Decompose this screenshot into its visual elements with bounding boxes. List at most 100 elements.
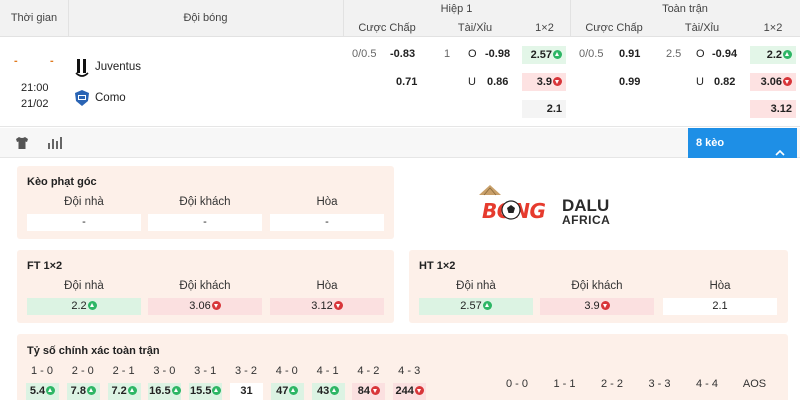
ft-handicap-away-odd[interactable]: 0.99 <box>619 76 640 88</box>
match-date: 21/02 <box>21 98 49 110</box>
h1-under-odd[interactable]: 0.86 <box>487 76 508 88</box>
odd-value: 3.12 <box>770 103 792 115</box>
correct-score-card: Tỷ số chính xác toàn trận 1 - 0 5.4 2 - 0 7… <box>17 334 788 400</box>
h1-over-odd[interactable]: -0.98 <box>485 48 510 60</box>
arrow-down-icon <box>211 301 221 310</box>
odds-count-tab[interactable]: 8 kèo <box>688 128 797 158</box>
score-odd[interactable]: 84 <box>352 383 386 400</box>
h1-draw-odd[interactable]: 2.1 <box>522 100 566 118</box>
h1-under-label: U <box>468 76 476 88</box>
odd-value: 3.9 <box>584 300 600 312</box>
score-label: 2 - 0 <box>71 365 94 377</box>
juventus-logo-icon <box>75 58 89 78</box>
stats-chart-icon[interactable] <box>47 136 63 150</box>
ft-under-label: U <box>696 76 704 88</box>
arrow-down-icon <box>371 386 381 395</box>
odd-value: 3.06 <box>189 300 211 312</box>
logo-text-africa: AFRICA <box>562 213 611 227</box>
score-odd[interactable]: 244 <box>393 383 427 400</box>
odds-table-header: Thời gian Đội bóng Hiệp 1 Toàn trận Cược… <box>0 0 800 37</box>
ht-draw-odd[interactable]: 2.1 <box>663 298 777 315</box>
arrow-down-icon <box>414 386 424 395</box>
score-odd[interactable]: 47 <box>270 383 304 400</box>
como-logo-icon <box>73 89 91 107</box>
team-column-header: Đội bóng <box>183 12 228 24</box>
arrow-up-icon <box>87 301 97 310</box>
h1-over-label: O <box>468 48 477 60</box>
score-label: 2 - 1 <box>112 365 135 377</box>
odd-value: 7.2 <box>111 385 127 397</box>
ft-1x2-header: 1×2 <box>763 22 783 34</box>
corner-away-odd[interactable]: - <box>148 214 262 231</box>
h1-handicap-home-odd[interactable]: -0.83 <box>390 48 415 60</box>
h1-handicap-line: 0/0.5 <box>352 48 377 60</box>
corner-draw-odd[interactable]: - <box>270 214 384 231</box>
score-odd[interactable]: 7.2 <box>107 383 141 400</box>
match-toolbar: 8 kèo <box>0 128 800 158</box>
corner-odds-card: Kèo phạt góc Đội nhà Đội khách Hòa - - - <box>17 166 394 239</box>
h1-handicap-away-odd[interactable]: 0.71 <box>396 76 417 88</box>
score-odd[interactable]: 15.5 <box>189 383 223 400</box>
ft-under-odd[interactable]: 0.82 <box>714 76 735 88</box>
ft-over-label: O <box>696 48 705 60</box>
ft-draw-odd[interactable]: 3.12 <box>750 100 796 118</box>
odd-value: 3.06 <box>760 76 782 88</box>
score-odd[interactable]: 16.5 <box>148 383 182 400</box>
score-odd[interactable]: 7.8 <box>66 383 100 400</box>
arrow-up-icon <box>289 386 299 395</box>
corner-home-odd[interactable]: - <box>27 214 141 231</box>
score-odd[interactable]: 43 <box>311 383 345 400</box>
arrow-up-icon <box>553 50 562 59</box>
jersey-icon[interactable] <box>15 136 29 150</box>
draw-label: Hòa <box>316 196 338 208</box>
score-label: 1 - 0 <box>30 365 53 377</box>
live-dash: - <box>50 55 54 67</box>
h1-overunder-header: Tài/Xỉu <box>457 22 493 34</box>
away-label: Đội khách <box>179 196 231 208</box>
kickoff-time: 21:00 <box>21 82 49 94</box>
score-odd[interactable]: 5.4 <box>26 383 59 400</box>
score-odd[interactable]: 31 <box>230 383 263 400</box>
arrow-up-icon <box>330 386 340 395</box>
ht-home-odd[interactable]: 2.57 <box>419 298 533 315</box>
score-label: 4 - 0 <box>275 365 298 377</box>
ft-home-odd[interactable]: 2.2 <box>27 298 141 315</box>
odds-count-label: 8 kèo <box>696 137 725 149</box>
ft-away-win-odd[interactable]: 3.06 <box>750 73 796 91</box>
live-dash: - <box>14 55 18 67</box>
h1-home-win-odd[interactable]: 2.57 <box>522 46 566 64</box>
card-title: FT 1×2 <box>27 260 63 272</box>
odd-value: 15.5 <box>189 385 212 397</box>
ft-home-win-odd[interactable]: 2.2 <box>750 46 796 64</box>
score-label: 2 - 2 <box>600 378 623 390</box>
card-title: Tỷ số chính xác toàn trận <box>27 345 160 357</box>
h1-away-win-odd[interactable]: 3.9 <box>522 73 566 91</box>
arrow-up-icon <box>46 386 56 395</box>
odd-value: 7.8 <box>70 385 86 397</box>
away-label: Đội khách <box>571 280 623 292</box>
ft-handicap-home-odd[interactable]: 0.91 <box>619 48 640 60</box>
ft-away-odd[interactable]: 3.06 <box>148 298 262 315</box>
odd-value: 2.2 <box>766 49 782 61</box>
h1-1x2-header: 1×2 <box>535 22 554 34</box>
score-label: 3 - 0 <box>153 365 176 377</box>
odd-value: 5.4 <box>29 385 46 397</box>
home-label: Đội nhà <box>64 196 104 208</box>
home-team-name[interactable]: Juventus <box>95 61 141 73</box>
away-team-name[interactable]: Como <box>95 92 126 104</box>
ft-draw-odd[interactable]: 3.12 <box>270 298 384 315</box>
match-row[interactable]: - - 21:00 21/02 Juventus Como 0/0.5 -0.8… <box>0 37 800 127</box>
home-label: Đội nhà <box>456 280 496 292</box>
ht-1x2-card: HT 1×2 Đội nhà Đội khách Hòa 2.57 3.9 2.… <box>409 250 788 323</box>
card-title: Kèo phạt góc <box>27 176 97 188</box>
fulltime-header: Toàn trận <box>662 3 708 15</box>
home-label: Đội nhà <box>64 280 104 292</box>
odd-value: 43 <box>316 385 330 397</box>
ft-over-odd[interactable]: -0.94 <box>712 48 737 60</box>
arrow-up-icon <box>482 301 492 310</box>
arrow-down-icon <box>600 301 610 310</box>
time-column-header: Thời gian <box>10 12 58 24</box>
score-label: 4 - 3 <box>398 365 421 377</box>
ht-away-odd[interactable]: 3.9 <box>540 298 654 315</box>
score-label: 0 - 0 <box>505 378 528 390</box>
